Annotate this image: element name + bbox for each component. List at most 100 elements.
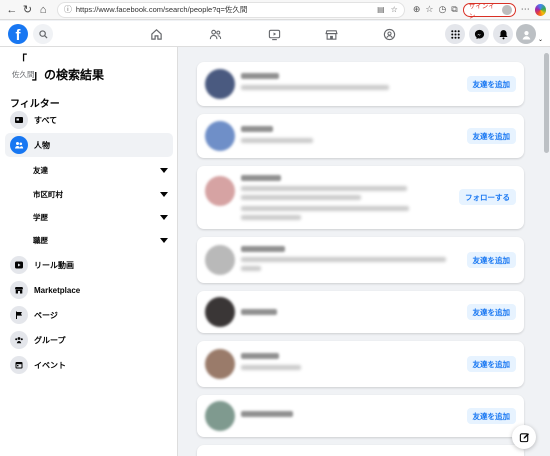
back-icon[interactable]: ← bbox=[4, 2, 20, 18]
account-menu-chevron-icon[interactable]: ⌄ bbox=[538, 36, 543, 43]
person-details-redacted bbox=[241, 365, 301, 370]
subfilter-friends[interactable]: 友達 bbox=[33, 160, 168, 180]
home-icon[interactable] bbox=[147, 25, 165, 43]
page-scrollbar[interactable] bbox=[543, 47, 550, 456]
person-name-redacted[interactable] bbox=[241, 175, 281, 181]
scrollbar-thumb[interactable] bbox=[544, 53, 549, 153]
filter-all[interactable]: すべて bbox=[5, 108, 173, 132]
extensions-icon[interactable]: ⊕ bbox=[413, 4, 421, 15]
flag-icon bbox=[10, 306, 28, 324]
friends-icon[interactable] bbox=[206, 25, 224, 43]
marketplace-icon bbox=[10, 281, 28, 299]
add-friend-button[interactable]: 友達を追加 bbox=[466, 356, 516, 372]
person-avatar[interactable] bbox=[205, 297, 235, 327]
people-icon bbox=[10, 136, 28, 154]
favorite-star-icon[interactable]: ☆ bbox=[391, 5, 398, 14]
filter-groups-label: グループ bbox=[34, 335, 66, 345]
filter-pages[interactable]: ページ bbox=[5, 303, 173, 327]
facebook-logo[interactable]: f bbox=[8, 24, 28, 44]
search-filters-sidebar: 「 佐久間 」の検索結果 フィルター すべて 人物 友達 市区町村 学歴 職歴 … bbox=[0, 47, 178, 456]
person-details-redacted bbox=[241, 266, 261, 271]
browser-profile-icon bbox=[502, 4, 512, 15]
history-icon[interactable]: ◷ bbox=[438, 4, 446, 15]
add-friend-button[interactable]: 友達を追加 bbox=[466, 128, 516, 144]
collections-icon[interactable]: ⧉ bbox=[451, 4, 457, 15]
person-result-card[interactable]: 友達を追加 bbox=[197, 341, 524, 387]
subfilter-friends-label: 友達 bbox=[33, 165, 48, 175]
compose-icon bbox=[519, 432, 529, 442]
person-details-redacted bbox=[241, 186, 407, 191]
person-name-redacted[interactable] bbox=[241, 246, 285, 252]
chevron-down-icon bbox=[160, 191, 168, 197]
person-result-card[interactable]: 友達を追加 bbox=[197, 114, 524, 158]
filter-events[interactable]: イベント bbox=[5, 353, 173, 377]
person-result-card[interactable]: 友達を追加 bbox=[197, 291, 524, 333]
person-avatar[interactable] bbox=[205, 245, 235, 275]
filter-pages-label: ページ bbox=[34, 310, 58, 320]
profile-avatar[interactable] bbox=[516, 24, 536, 44]
browser-toolbar: ← ↻ ⌂ ⓘ https://www.facebook.com/search/… bbox=[0, 0, 550, 20]
person-name-redacted[interactable] bbox=[241, 353, 279, 359]
person-avatar[interactable] bbox=[205, 349, 235, 379]
site-info-icon[interactable]: ⓘ bbox=[64, 4, 72, 15]
search-icon[interactable] bbox=[33, 24, 53, 44]
marketplace-icon[interactable] bbox=[322, 25, 340, 43]
filter-groups[interactable]: グループ bbox=[5, 328, 173, 352]
person-details-redacted bbox=[241, 215, 301, 220]
subfilter-education-label: 学歴 bbox=[33, 212, 48, 222]
favorites-icon[interactable]: ☆ bbox=[425, 4, 433, 15]
person-details-redacted bbox=[241, 138, 313, 143]
filter-people[interactable]: 人物 bbox=[5, 133, 173, 157]
filter-reels[interactable]: リール動画 bbox=[5, 253, 173, 277]
filter-all-label: すべて bbox=[34, 115, 58, 125]
messenger-icon[interactable] bbox=[469, 24, 489, 44]
all-results-icon bbox=[10, 111, 28, 129]
person-name-redacted[interactable] bbox=[241, 73, 279, 79]
filter-events-label: イベント bbox=[34, 360, 66, 370]
signin-button[interactable]: サインイン bbox=[462, 2, 516, 20]
add-friend-button[interactable]: 友達を追加 bbox=[466, 76, 516, 92]
person-result-card[interactable]: 友達を追加 bbox=[197, 62, 524, 106]
person-result-card[interactable]: フォローする bbox=[197, 166, 524, 229]
groups-icon[interactable] bbox=[380, 25, 398, 43]
person-result-card[interactable] bbox=[197, 445, 524, 456]
add-friend-button[interactable]: 友達を追加 bbox=[466, 408, 516, 424]
chevron-down-icon bbox=[160, 237, 168, 243]
person-avatar[interactable] bbox=[205, 176, 235, 206]
filter-marketplace-label: Marketplace bbox=[34, 285, 81, 295]
home-browser-icon[interactable]: ⌂ bbox=[35, 2, 51, 18]
subfilter-city[interactable]: 市区町村 bbox=[33, 184, 168, 204]
follow-button[interactable]: フォローする bbox=[459, 189, 516, 205]
new-message-button[interactable] bbox=[512, 425, 536, 449]
more-options-icon[interactable]: ⋯ bbox=[521, 4, 530, 15]
add-friend-button[interactable]: 友達を追加 bbox=[466, 304, 516, 320]
notifications-icon[interactable] bbox=[493, 24, 513, 44]
address-bar[interactable]: ⓘ https://www.facebook.com/search/people… bbox=[56, 1, 405, 18]
person-avatar[interactable] bbox=[205, 401, 235, 431]
person-result-card[interactable]: 友達を追加 bbox=[197, 237, 524, 283]
subfilter-work[interactable]: 職歴 bbox=[33, 230, 168, 250]
copilot-icon[interactable] bbox=[534, 3, 547, 16]
facebook-header: f ⌄ bbox=[0, 21, 550, 47]
person-name-redacted[interactable] bbox=[241, 411, 293, 417]
person-avatar[interactable] bbox=[205, 121, 235, 151]
person-details-redacted bbox=[241, 257, 446, 262]
menu-grid-icon[interactable] bbox=[445, 24, 465, 44]
search-title: 」の検索結果 bbox=[32, 68, 105, 82]
chevron-down-icon bbox=[160, 214, 168, 220]
subfilter-education[interactable]: 学歴 bbox=[33, 207, 168, 227]
reels-icon bbox=[10, 256, 28, 274]
filter-marketplace[interactable]: Marketplace bbox=[5, 278, 173, 302]
signin-label: サインイン bbox=[468, 2, 495, 20]
add-friend-button[interactable]: 友達を追加 bbox=[466, 252, 516, 268]
reader-mode-icon[interactable]: ▤ bbox=[377, 5, 385, 14]
filter-people-label: 人物 bbox=[34, 140, 50, 150]
reload-icon[interactable]: ↻ bbox=[20, 2, 36, 18]
url-text: https://www.facebook.com/search/people?q… bbox=[75, 5, 248, 14]
person-name-redacted[interactable] bbox=[241, 126, 273, 132]
groups-icon bbox=[10, 331, 28, 349]
person-result-card[interactable]: 友達を追加 bbox=[197, 395, 524, 437]
person-avatar[interactable] bbox=[205, 69, 235, 99]
video-icon[interactable] bbox=[265, 25, 283, 43]
person-name-redacted[interactable] bbox=[241, 309, 277, 315]
